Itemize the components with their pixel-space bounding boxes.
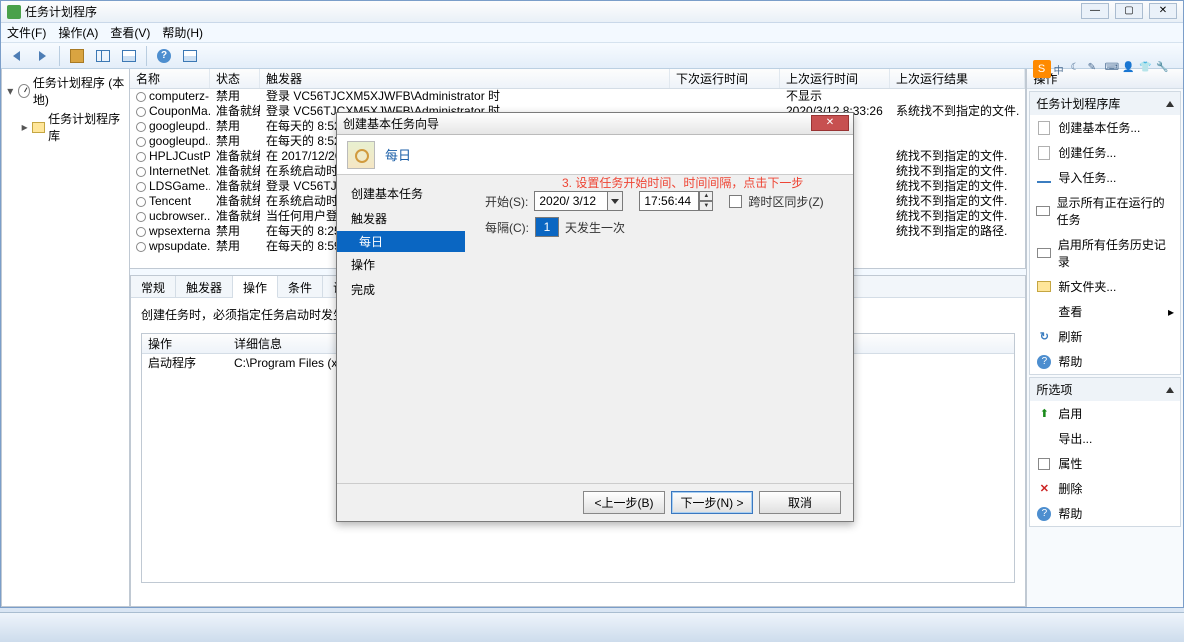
action-export[interactable]: 导出... [1030,426,1180,451]
titlebar: 任务计划程序 — ▢ ✕ [1,1,1183,23]
wizard-close-button[interactable]: ✕ [811,115,849,131]
taskbar[interactable] [0,612,1184,642]
wizard-title-text: 创建基本任务向导 [343,115,439,132]
forward-button[interactable] [31,45,53,67]
inner-h1[interactable]: 操作 [142,334,228,353]
action-help2[interactable]: ?帮助 [1030,501,1180,526]
clock-icon [18,84,30,98]
time-input[interactable] [639,191,699,211]
interval-unit: 天发生一次 [565,219,625,236]
annotation: 3. 设置任务开始时间、时间间隔，点击下一步 [562,174,803,191]
view2-button[interactable] [118,45,140,67]
step-daily[interactable]: 每日 [337,231,465,252]
wizard-steps: 创建基本任务 触发器 每日 操作 完成 [337,175,465,483]
action-properties[interactable]: 属性 [1030,451,1180,476]
ime-kbd-icon[interactable]: ⌨ [1105,62,1119,76]
col-last[interactable]: 上次运行时间 [780,69,890,88]
ime-person-icon[interactable]: 👤 [1122,62,1136,76]
table-row[interactable]: computerz-...禁用登录 VC56TJCXM5XJWFB\Admini… [130,89,1025,104]
tree-root-label: 任务计划程序 (本地) [33,74,125,108]
action-help1[interactable]: ?帮助 [1030,349,1180,374]
tz-label: 跨时区同步(Z) [748,193,823,210]
view1-button[interactable] [92,45,114,67]
folder-icon [32,122,45,133]
action-show-running[interactable]: 显示所有正在运行的任务 [1030,190,1180,232]
menu-action[interactable]: 操作(A) [58,24,98,41]
action-enable-history[interactable]: 启用所有任务历史记录 [1030,232,1180,274]
col-next[interactable]: 下次运行时间 [670,69,780,88]
action-new-folder[interactable]: 新文件夹... [1030,274,1180,299]
window-title: 任务计划程序 [25,3,97,20]
close-button[interactable]: ✕ [1149,3,1177,19]
tab-actions[interactable]: 操作 [233,276,278,298]
interval-input[interactable] [535,217,559,237]
tree-library[interactable]: ▸ 任务计划程序库 [4,109,127,145]
maximize-button[interactable]: ▢ [1115,3,1143,19]
ime-hand-icon[interactable]: ✎ [1088,62,1102,76]
section1-title: 任务计划程序库 [1036,95,1120,112]
tree-library-label: 任务计划程序库 [48,110,125,144]
col-name[interactable]: 名称 [130,69,210,88]
ime-shirt-icon[interactable]: 👕 [1139,62,1153,76]
ime-cn[interactable]: 中 [1054,62,1068,76]
wizard-heading: 每日 [385,145,411,164]
wizard-footer: <上一步(B) 下一步(N) > 取消 [337,483,853,521]
action-create-task[interactable]: 创建任务... [1030,140,1180,165]
wizard-header: 每日 [337,135,853,175]
col-result[interactable]: 上次运行结果 [890,69,1025,88]
up-button[interactable] [66,45,88,67]
time-spinner[interactable]: ▲▼ [699,191,713,211]
ime-tool-icon[interactable]: 🔧 [1156,62,1170,76]
action-delete[interactable]: ✕删除 [1030,476,1180,501]
col-status[interactable]: 状态 [210,69,260,88]
menu-help[interactable]: 帮助(H) [162,24,203,41]
tz-checkbox[interactable] [729,195,742,208]
tree-pane: ▾ 任务计划程序 (本地) ▸ 任务计划程序库 [1,69,130,607]
props-button[interactable] [179,45,201,67]
sogou-icon[interactable]: S [1033,60,1051,78]
back-button[interactable] [5,45,27,67]
menu-file[interactable]: 文件(F) [7,24,46,41]
toolbar: ? [1,43,1183,69]
date-dropdown[interactable] [608,191,623,211]
action-type: 启动程序 [142,354,228,372]
wizard-icon [347,141,375,169]
app-icon [7,5,21,19]
start-label: 开始(S): [485,193,528,210]
menu-view[interactable]: 查看(V) [110,24,150,41]
cancel-button-wiz[interactable]: 取消 [759,491,841,514]
next-button-wiz[interactable]: 下一步(N) > [671,491,753,514]
wizard-titlebar: 创建基本任务向导 ✕ [337,113,853,135]
step-action[interactable]: 操作 [337,252,465,277]
help-button[interactable]: ? [153,45,175,67]
back-button-wiz[interactable]: <上一步(B) [583,491,665,514]
ime-moon-icon[interactable]: ☾ [1071,62,1085,76]
minimize-button[interactable]: — [1081,3,1109,19]
action-create-basic[interactable]: 创建基本任务... [1030,115,1180,140]
section2-title: 所选项 [1036,381,1072,398]
actions-pane: 操作 任务计划程序库 创建基本任务... 创建任务... 导入任务... 显示所… [1026,69,1183,607]
interval-label: 每隔(C): [485,219,529,236]
col-trigger[interactable]: 触发器 [260,69,670,88]
ime-bar[interactable]: S 中 ☾ ✎ ⌨ 👤 👕 🔧 [1033,60,1170,78]
action-enable[interactable]: ⬆启用 [1030,401,1180,426]
tab-conditions[interactable]: 条件 [278,276,323,297]
action-import[interactable]: 导入任务... [1030,165,1180,190]
step-basic[interactable]: 创建基本任务 [337,181,465,206]
step-finish[interactable]: 完成 [337,277,465,302]
tab-general[interactable]: 常规 [131,276,176,297]
menubar: 文件(F) 操作(A) 查看(V) 帮助(H) [1,23,1183,43]
tree-root[interactable]: ▾ 任务计划程序 (本地) [4,73,127,109]
step-trigger[interactable]: 触发器 [337,206,465,231]
action-view[interactable]: 查看▸ [1030,299,1180,324]
wizard-content: 开始(S): ▲▼ 跨时区同步(Z) 每隔(C): 天发生一次 [465,175,853,483]
action-refresh[interactable]: ↻刷新 [1030,324,1180,349]
date-input[interactable] [534,191,608,211]
tab-triggers[interactable]: 触发器 [176,276,233,297]
